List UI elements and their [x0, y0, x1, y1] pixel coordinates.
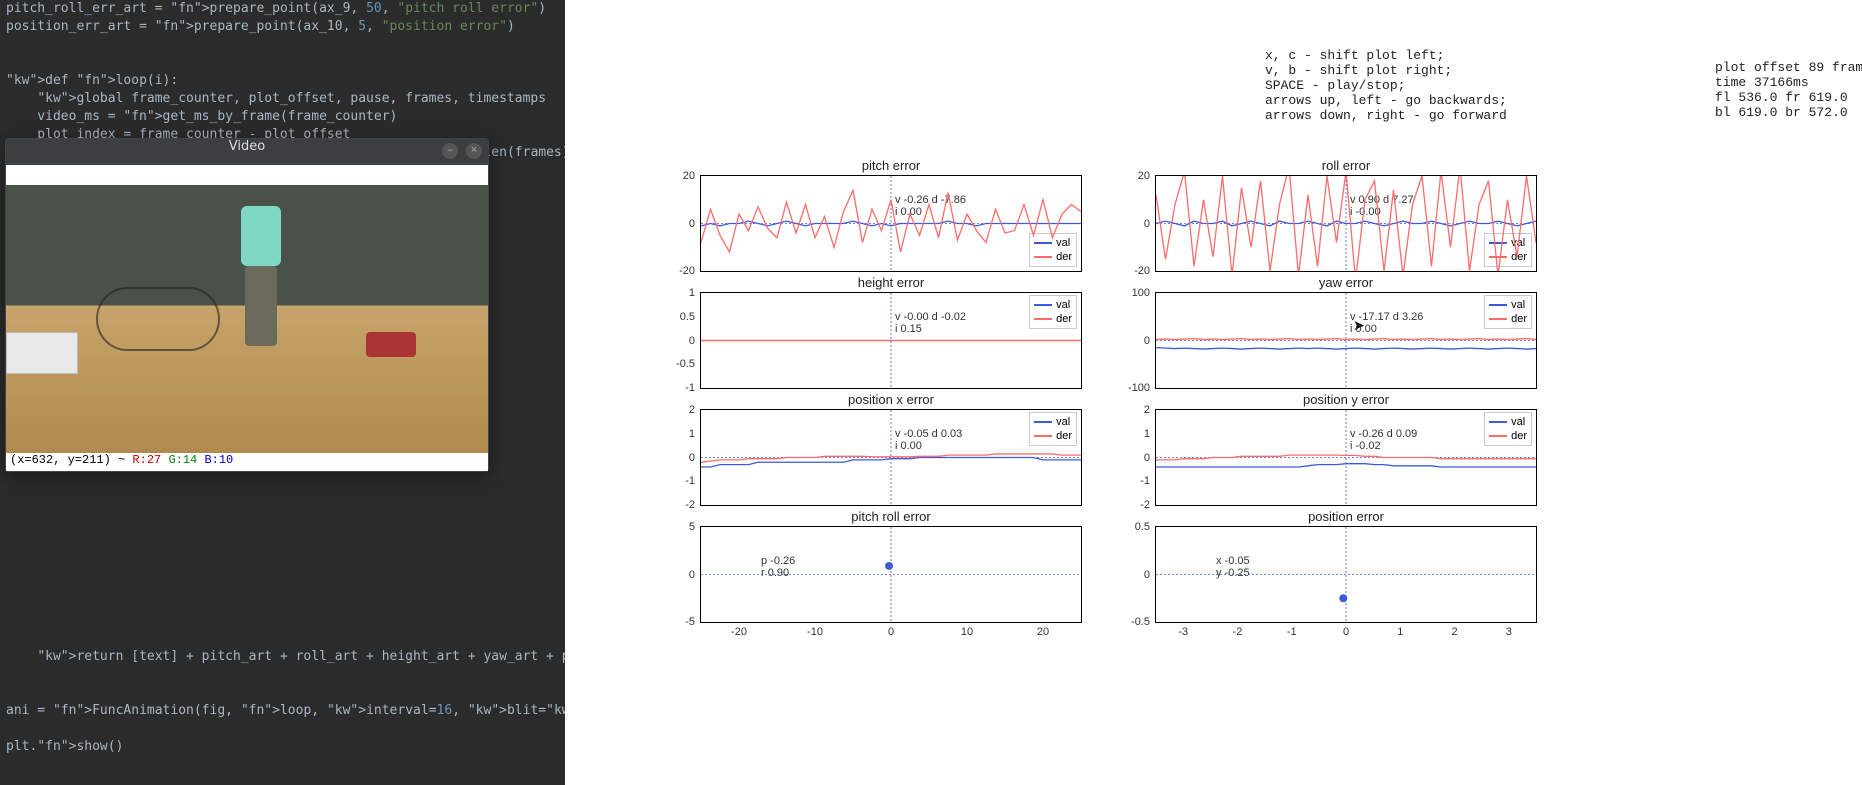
- y-tick: 1: [655, 428, 701, 440]
- chart-posy: position y error210-1-2valderv -0.26 d 0…: [1155, 409, 1537, 506]
- chart-title: pitch error: [701, 158, 1081, 173]
- y-tick: 0: [1110, 452, 1156, 464]
- y-tick: -100: [1110, 382, 1156, 394]
- x-tick: 10: [961, 622, 973, 638]
- x-tick: -10: [807, 622, 823, 638]
- close-icon[interactable]: ×: [466, 143, 482, 159]
- y-tick: 2: [1110, 404, 1156, 416]
- y-tick: 2: [655, 404, 701, 416]
- y-tick: 0.5: [655, 311, 701, 323]
- video-pixel-readout: (x=632, y=211) ~ R:27 G:14 B:10: [6, 453, 488, 471]
- x-tick: 2: [1452, 622, 1458, 638]
- chart-title: position error: [1156, 509, 1536, 524]
- window-title: Video: [229, 139, 265, 154]
- video-frame: [6, 185, 488, 453]
- y-tick: 0: [655, 569, 701, 581]
- y-tick: 1: [655, 287, 701, 299]
- y-tick: 0.5: [1110, 521, 1156, 533]
- chart-title: position x error: [701, 392, 1081, 407]
- x-tick: 3: [1506, 622, 1512, 638]
- chart-pitch: pitch error200-20valderv -0.26 d -7.86 i…: [700, 175, 1082, 272]
- x-tick: -2: [1233, 622, 1243, 638]
- y-tick: 0: [655, 335, 701, 347]
- window-titlebar[interactable]: Video – ×: [6, 139, 488, 165]
- chart-title: roll error: [1156, 158, 1536, 173]
- chart-title: position y error: [1156, 392, 1536, 407]
- x-tick: 0: [888, 622, 894, 638]
- x-tick: 0: [1343, 622, 1349, 638]
- chart-yaw: yaw error1000-100valderv -17.17 d 3.26 i…: [1155, 292, 1537, 389]
- y-tick: -0.5: [1110, 616, 1156, 628]
- chart-title: yaw error: [1156, 275, 1536, 290]
- help-text: x, c - shift plot left; v, b - shift plo…: [1265, 48, 1507, 123]
- y-tick: 20: [1110, 170, 1156, 182]
- y-tick: 20: [655, 170, 701, 182]
- x-tick: 1: [1397, 622, 1403, 638]
- y-tick: -20: [1110, 265, 1156, 277]
- chart-roll: roll error200-20valderv 0.90 d 7.27 i -0…: [1155, 175, 1537, 272]
- y-tick: -1: [1110, 475, 1156, 487]
- y-tick: 1: [1110, 428, 1156, 440]
- y-tick: 0: [655, 218, 701, 230]
- y-tick: -5: [655, 616, 701, 628]
- y-tick: -20: [655, 265, 701, 277]
- y-tick: 100: [1110, 287, 1156, 299]
- chart-poserr: position error0.50-0.5-3-2-10123x -0.05 …: [1155, 526, 1537, 623]
- x-tick: -3: [1178, 622, 1188, 638]
- y-tick: 0: [655, 452, 701, 464]
- matplotlib-figure[interactable]: x, c - shift plot left; v, b - shift plo…: [565, 0, 1862, 785]
- y-tick: 0: [1110, 218, 1156, 230]
- x-tick: -20: [731, 622, 747, 638]
- y-tick: 0: [1110, 335, 1156, 347]
- chart-prerr: pitch roll error50-5-20-1001020p -0.26 r…: [700, 526, 1082, 623]
- y-tick: -1: [655, 382, 701, 394]
- x-tick: -1: [1287, 622, 1297, 638]
- x-tick: 20: [1037, 622, 1049, 638]
- y-tick: -1: [655, 475, 701, 487]
- chart-title: pitch roll error: [701, 509, 1081, 524]
- video-window[interactable]: Video – × (x=632, y=211) ~ R:27 G:14 B:1…: [5, 138, 489, 472]
- chart-height: height error10.50-0.5-1valderv -0.00 d -…: [700, 292, 1082, 389]
- chart-posx: position x error210-1-2valderv -0.05 d 0…: [700, 409, 1082, 506]
- video-blank-strip: [6, 165, 488, 185]
- y-tick: 5: [655, 521, 701, 533]
- y-tick: -0.5: [655, 358, 701, 370]
- y-tick: -2: [1110, 499, 1156, 511]
- y-tick: 0: [1110, 569, 1156, 581]
- status-text: plot offset 89 frames time 37166ms fl 53…: [1715, 60, 1862, 120]
- y-tick: -2: [655, 499, 701, 511]
- minimize-icon[interactable]: –: [442, 143, 458, 159]
- chart-title: height error: [701, 275, 1081, 290]
